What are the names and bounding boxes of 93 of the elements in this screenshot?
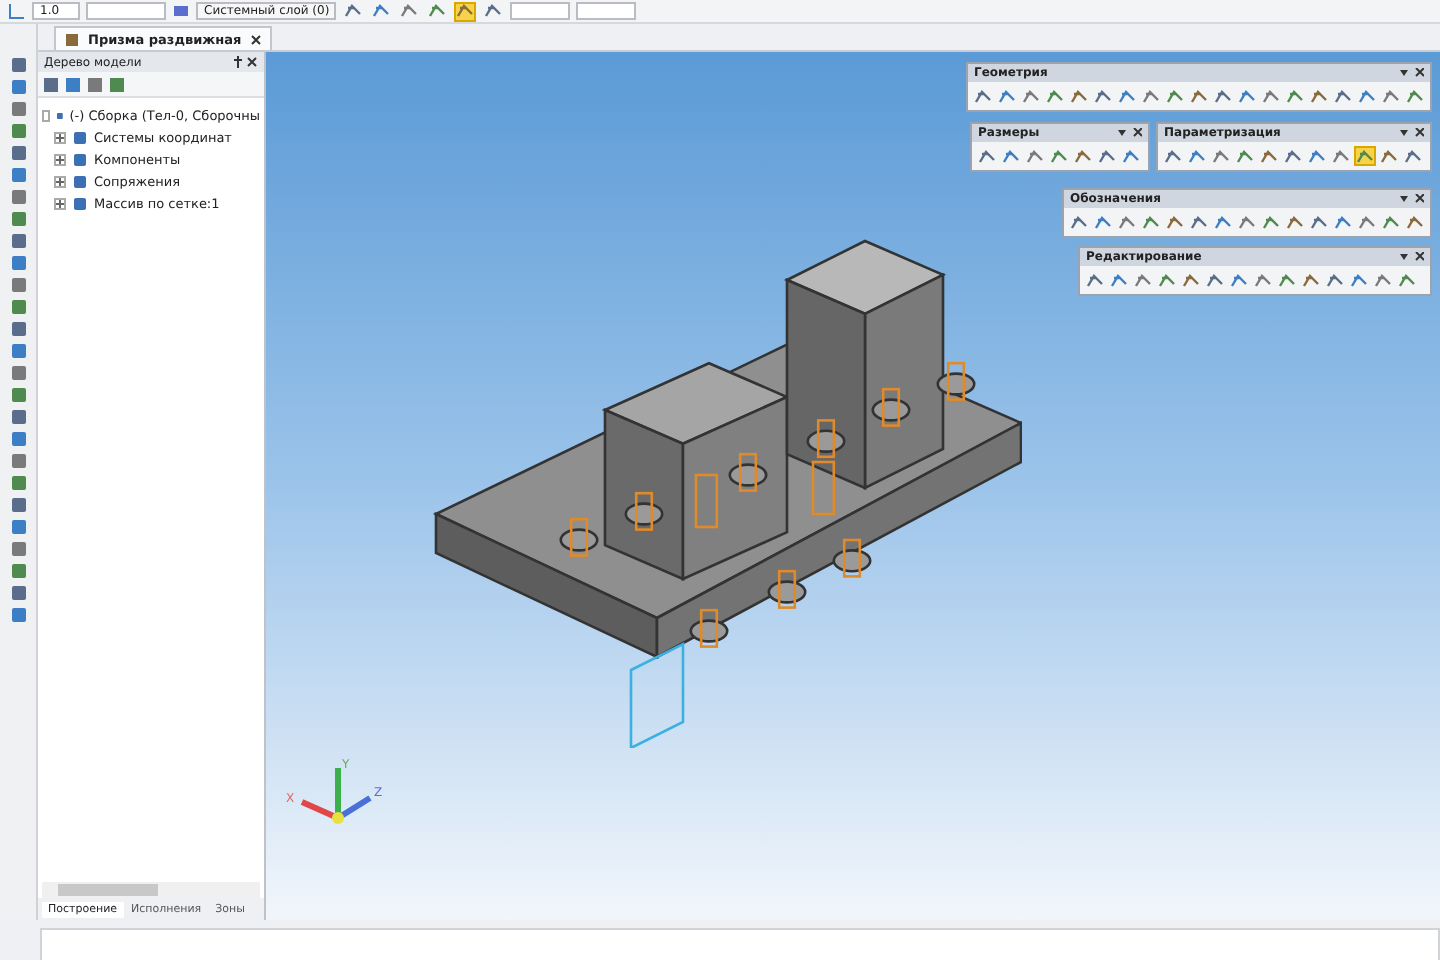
scrollbar[interactable] — [42, 882, 260, 898]
tool-icon[interactable] — [1044, 86, 1066, 106]
tool-icon[interactable] — [1186, 146, 1208, 166]
tool-icon[interactable] — [1356, 212, 1378, 232]
tool-icon[interactable] — [1132, 270, 1154, 290]
tool-icon[interactable] — [1092, 86, 1114, 106]
tool-icon[interactable] — [1048, 146, 1070, 166]
tool-icon[interactable] — [1188, 86, 1210, 106]
tool-icon[interactable] — [1404, 86, 1426, 106]
tool-icon[interactable] — [1164, 86, 1186, 106]
menu-close-icon[interactable] — [1400, 252, 1424, 262]
tool-icon[interactable] — [1096, 146, 1118, 166]
tool-icon[interactable] — [1396, 270, 1418, 290]
tool-icon[interactable] — [1260, 212, 1282, 232]
tool-icon[interactable] — [1068, 86, 1090, 106]
tool-icon[interactable] — [1258, 146, 1280, 166]
tool-icon[interactable] — [1356, 86, 1378, 106]
tool-icon[interactable] — [426, 1, 448, 21]
tool-icon[interactable] — [1324, 270, 1346, 290]
tool-icon[interactable] — [1276, 270, 1298, 290]
tool-icon[interactable] — [1000, 146, 1022, 166]
tool-icon[interactable] — [1402, 146, 1424, 166]
tool-icon[interactable] — [1306, 146, 1328, 166]
input-field[interactable] — [86, 2, 166, 20]
tool-icon[interactable] — [1180, 270, 1202, 290]
tool-icon[interactable] — [1404, 212, 1426, 232]
tool-icon[interactable] — [972, 86, 994, 106]
tool-icon[interactable] — [1332, 86, 1354, 106]
tool-icon[interactable] — [1092, 212, 1114, 232]
tool-icon[interactable] — [1116, 212, 1138, 232]
tool-icon[interactable] — [1354, 146, 1376, 166]
tool-icon[interactable] — [1020, 86, 1042, 106]
expand-icon[interactable] — [54, 131, 66, 143]
tree-node-icon — [72, 173, 88, 189]
tool-icon[interactable] — [1260, 86, 1282, 106]
tool-icon[interactable] — [1164, 212, 1186, 232]
tool-icon[interactable] — [1252, 270, 1274, 290]
tool-icon[interactable] — [1348, 270, 1370, 290]
menu-close-icon[interactable] — [1400, 194, 1424, 204]
tool-icon[interactable] — [370, 1, 392, 21]
tool-icon[interactable] — [1284, 212, 1306, 232]
tool-icon[interactable] — [482, 1, 504, 21]
tool-icon[interactable] — [1300, 270, 1322, 290]
tool-icon[interactable] — [1380, 212, 1402, 232]
tool-icon[interactable] — [1140, 212, 1162, 232]
tool-icon[interactable] — [1234, 146, 1256, 166]
tool-icon[interactable] — [1212, 212, 1234, 232]
tool-icon[interactable] — [1024, 146, 1046, 166]
tool-icon[interactable] — [1308, 212, 1330, 232]
tool-icon[interactable] — [1188, 212, 1210, 232]
tool-icon[interactable] — [1108, 270, 1130, 290]
input-field[interactable] — [576, 2, 636, 20]
tool-icon[interactable] — [1236, 86, 1258, 106]
input-field[interactable] — [510, 2, 570, 20]
tool-icon[interactable] — [1284, 86, 1306, 106]
tool-icon[interactable] — [1116, 86, 1138, 106]
tool-icon[interactable] — [1072, 146, 1094, 166]
tree-node-icon — [72, 195, 88, 211]
tool-icon[interactable] — [976, 146, 998, 166]
expand-icon[interactable] — [54, 197, 66, 209]
close-icon[interactable] — [249, 33, 262, 45]
expand-icon[interactable] — [54, 153, 66, 165]
menu-close-icon[interactable] — [1400, 68, 1424, 78]
tool-icon[interactable] — [1210, 146, 1232, 166]
expand-icon[interactable] — [54, 175, 66, 187]
tree-node-icon — [72, 151, 88, 167]
tool-icon[interactable] — [342, 1, 364, 21]
tool-icon[interactable] — [398, 1, 420, 21]
tool-icon[interactable] — [1204, 270, 1226, 290]
menu-close-icon[interactable] — [1400, 128, 1424, 138]
tool-icon[interactable] — [1212, 86, 1234, 106]
tool-icon[interactable] — [1156, 270, 1178, 290]
tool-icon[interactable] — [1308, 86, 1330, 106]
tool-icon[interactable] — [1228, 270, 1250, 290]
tool-icon[interactable] — [1162, 146, 1184, 166]
tree-node-icon — [72, 129, 88, 145]
tool-icon[interactable] — [996, 86, 1018, 106]
tool-icon[interactable] — [1068, 212, 1090, 232]
tree-node-icon — [55, 107, 64, 123]
pin-close-icon[interactable] — [234, 56, 258, 68]
tool-icon[interactable] — [1084, 270, 1106, 290]
tool-icon[interactable] — [1332, 212, 1354, 232]
axis-triad-icon — [300, 768, 372, 824]
tool-icon[interactable] — [1140, 86, 1162, 106]
tool-icon[interactable] — [454, 1, 476, 21]
tool-icon[interactable] — [1120, 146, 1142, 166]
tool-icon[interactable] — [1282, 146, 1304, 166]
tool-icon[interactable] — [1380, 86, 1402, 106]
tool-icon[interactable] — [1372, 270, 1394, 290]
tool-icon[interactable] — [1236, 212, 1258, 232]
tool-icon[interactable] — [1330, 146, 1352, 166]
tool-icon[interactable] — [1378, 146, 1400, 166]
menu-close-icon[interactable] — [1118, 128, 1142, 138]
